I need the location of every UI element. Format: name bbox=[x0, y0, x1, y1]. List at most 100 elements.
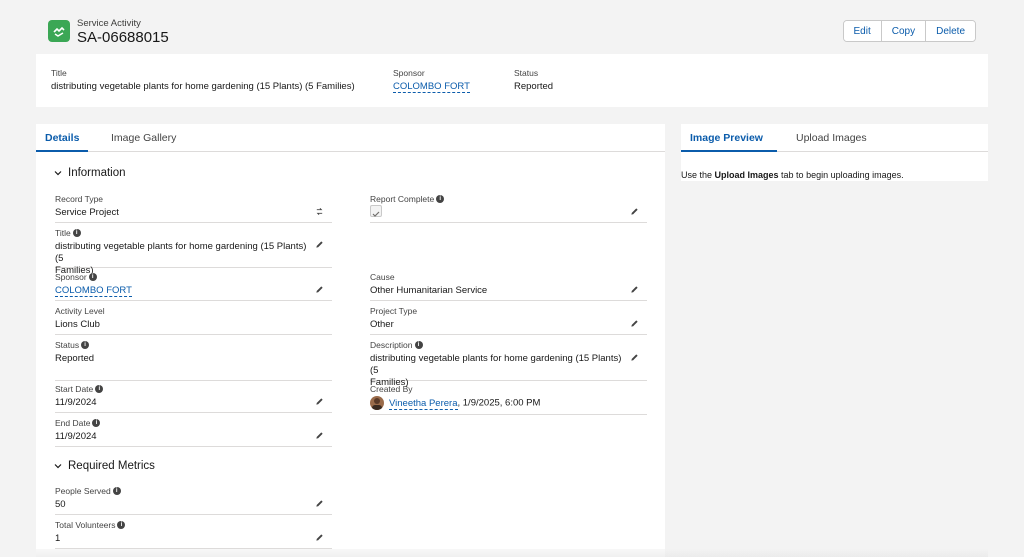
pencil-icon[interactable] bbox=[315, 285, 324, 294]
record-type-label: Service Activity bbox=[77, 18, 141, 29]
field-value: 11/9/2024 bbox=[55, 431, 97, 442]
info-icon[interactable]: i bbox=[72, 229, 81, 237]
highlight-status-label: Status bbox=[514, 68, 539, 78]
sponsor-link[interactable]: COLOMBO FORT bbox=[55, 285, 132, 297]
field-label: People Served i bbox=[55, 486, 121, 496]
field-value: 11/9/2024 bbox=[55, 397, 97, 408]
field-value[interactable]: COLOMBO FORT bbox=[55, 285, 132, 297]
field-value: Other Humanitarian Service bbox=[370, 285, 488, 296]
info-icon[interactable]: i bbox=[414, 341, 423, 349]
details-card: Details Image Gallery Information Record… bbox=[36, 124, 665, 557]
field-sponsor: Sponsor i COLOMBO FORT bbox=[55, 272, 332, 301]
field-start-date: Start Date i 11/9/2024 bbox=[55, 384, 332, 413]
chevron-down-icon bbox=[54, 464, 62, 469]
section-information[interactable]: Information bbox=[54, 167, 126, 179]
service-activity-icon bbox=[48, 20, 70, 42]
field-label: Sponsor i bbox=[55, 272, 97, 282]
edit-button[interactable]: Edit bbox=[843, 21, 882, 41]
check-icon bbox=[372, 211, 380, 217]
user-avatar-icon bbox=[372, 398, 382, 410]
field-project-type: Project Type Other bbox=[370, 306, 647, 335]
highlights-panel: Title distributing vegetable plants for … bbox=[36, 54, 988, 107]
highlight-title-label: Title bbox=[51, 68, 67, 78]
field-label: Activity Level bbox=[55, 306, 105, 316]
record-name: SA-06688015 bbox=[77, 29, 169, 46]
action-buttons: Edit Copy Delete bbox=[842, 20, 976, 42]
field-value: 50 bbox=[55, 499, 66, 510]
field-people-served: People Served i 50 bbox=[55, 486, 332, 515]
sponsor-link-text[interactable]: COLOMBO FORT bbox=[393, 81, 470, 93]
info-icon[interactable]: i bbox=[88, 273, 97, 281]
created-by-user-link[interactable]: Vineetha Perera bbox=[389, 397, 458, 410]
created-date: , 1/9/2025, 6:00 PM bbox=[457, 397, 541, 409]
tab-image-preview[interactable]: Image Preview bbox=[690, 132, 763, 144]
tab-details[interactable]: Details bbox=[45, 132, 79, 144]
pencil-icon[interactable] bbox=[630, 207, 639, 216]
field-record-type: Record Type Service Project bbox=[55, 194, 332, 223]
field-value: Lions Club bbox=[55, 319, 100, 330]
report-complete-checkbox[interactable] bbox=[370, 205, 382, 217]
field-title: Title i distributing vegetable plants for… bbox=[55, 228, 332, 276]
field-description: Description i distributing vegetable plan… bbox=[370, 340, 647, 388]
field-label: Title i bbox=[55, 228, 81, 238]
field-label: Cause bbox=[370, 272, 395, 282]
upload-instructions: Use the Upload Images tab to begin uploa… bbox=[681, 170, 904, 180]
tab-image-gallery[interactable]: Image Gallery bbox=[111, 132, 176, 144]
active-tab-indicator bbox=[681, 150, 777, 152]
field-label: End Date i bbox=[55, 418, 101, 428]
scroll-shadow bbox=[36, 549, 988, 557]
copy-button[interactable]: Copy bbox=[881, 21, 927, 41]
pencil-icon[interactable] bbox=[630, 353, 639, 362]
main-tabs: Details Image Gallery bbox=[36, 124, 665, 152]
info-icon[interactable]: i bbox=[117, 521, 126, 529]
field-activity-level: Activity Level Lions Club bbox=[55, 306, 332, 335]
field-value: Service Project bbox=[55, 207, 119, 218]
pencil-icon[interactable] bbox=[315, 499, 324, 508]
field-label: Total Volunteers i bbox=[55, 520, 126, 530]
field-value: 1 bbox=[55, 533, 61, 544]
pencil-icon[interactable] bbox=[315, 533, 324, 542]
highlight-sponsor-link[interactable]: COLOMBO FORT bbox=[393, 81, 470, 93]
highlight-title-value: distributing vegetable plants for home g… bbox=[51, 81, 355, 92]
info-icon[interactable]: i bbox=[92, 419, 101, 427]
field-cause: Cause Other Humanitarian Service bbox=[370, 272, 647, 301]
field-value: Vineetha Perera, 1/9/2025, 6:00 PM bbox=[370, 396, 540, 410]
info-icon[interactable]: i bbox=[81, 341, 90, 349]
info-icon[interactable]: i bbox=[112, 487, 121, 495]
info-icon[interactable]: i bbox=[436, 195, 445, 203]
field-label: Status i bbox=[55, 340, 90, 350]
field-total-volunteers: Total Volunteers i 1 bbox=[55, 520, 332, 549]
field-label: Start Date i bbox=[55, 384, 104, 394]
section-information-label: Information bbox=[68, 167, 126, 179]
field-label: Description i bbox=[370, 340, 423, 350]
delete-button[interactable]: Delete bbox=[926, 21, 975, 41]
field-status: Status i Reported bbox=[55, 340, 332, 381]
field-value: Other bbox=[370, 319, 394, 330]
active-tab-indicator bbox=[36, 150, 88, 152]
avatar[interactable] bbox=[370, 396, 384, 410]
field-created-by: Created By Vineetha Perera, 1/9/2025, 6:… bbox=[370, 384, 647, 415]
pencil-icon[interactable] bbox=[315, 240, 324, 249]
change-record-type-icon[interactable] bbox=[315, 207, 324, 216]
section-required-metrics[interactable]: Required Metrics bbox=[54, 460, 155, 472]
field-value: Reported bbox=[55, 353, 95, 364]
highlight-status-value: Reported bbox=[514, 81, 554, 92]
info-icon[interactable]: i bbox=[95, 385, 104, 393]
field-label: Report Complete i bbox=[370, 194, 445, 204]
field-end-date: End Date i 11/9/2024 bbox=[55, 418, 332, 447]
field-report-complete: Report Complete i bbox=[370, 194, 647, 223]
image-tabs: Image Preview Upload Images bbox=[681, 124, 988, 152]
pencil-icon[interactable] bbox=[630, 319, 639, 328]
field-label: Project Type bbox=[370, 306, 418, 316]
highlight-sponsor-label: Sponsor bbox=[393, 68, 425, 78]
image-card: Image Preview Upload Images Use the Uplo… bbox=[681, 124, 988, 181]
record-header: Service Activity SA-06688015 Edit Copy D… bbox=[36, 12, 988, 52]
pencil-icon[interactable] bbox=[630, 285, 639, 294]
field-label: Record Type bbox=[55, 194, 104, 204]
tab-upload-images[interactable]: Upload Images bbox=[796, 132, 867, 144]
pencil-icon[interactable] bbox=[315, 397, 324, 406]
field-label: Created By bbox=[370, 384, 413, 394]
section-required-metrics-label: Required Metrics bbox=[68, 460, 155, 472]
chevron-down-icon bbox=[54, 171, 62, 176]
pencil-icon[interactable] bbox=[315, 431, 324, 440]
